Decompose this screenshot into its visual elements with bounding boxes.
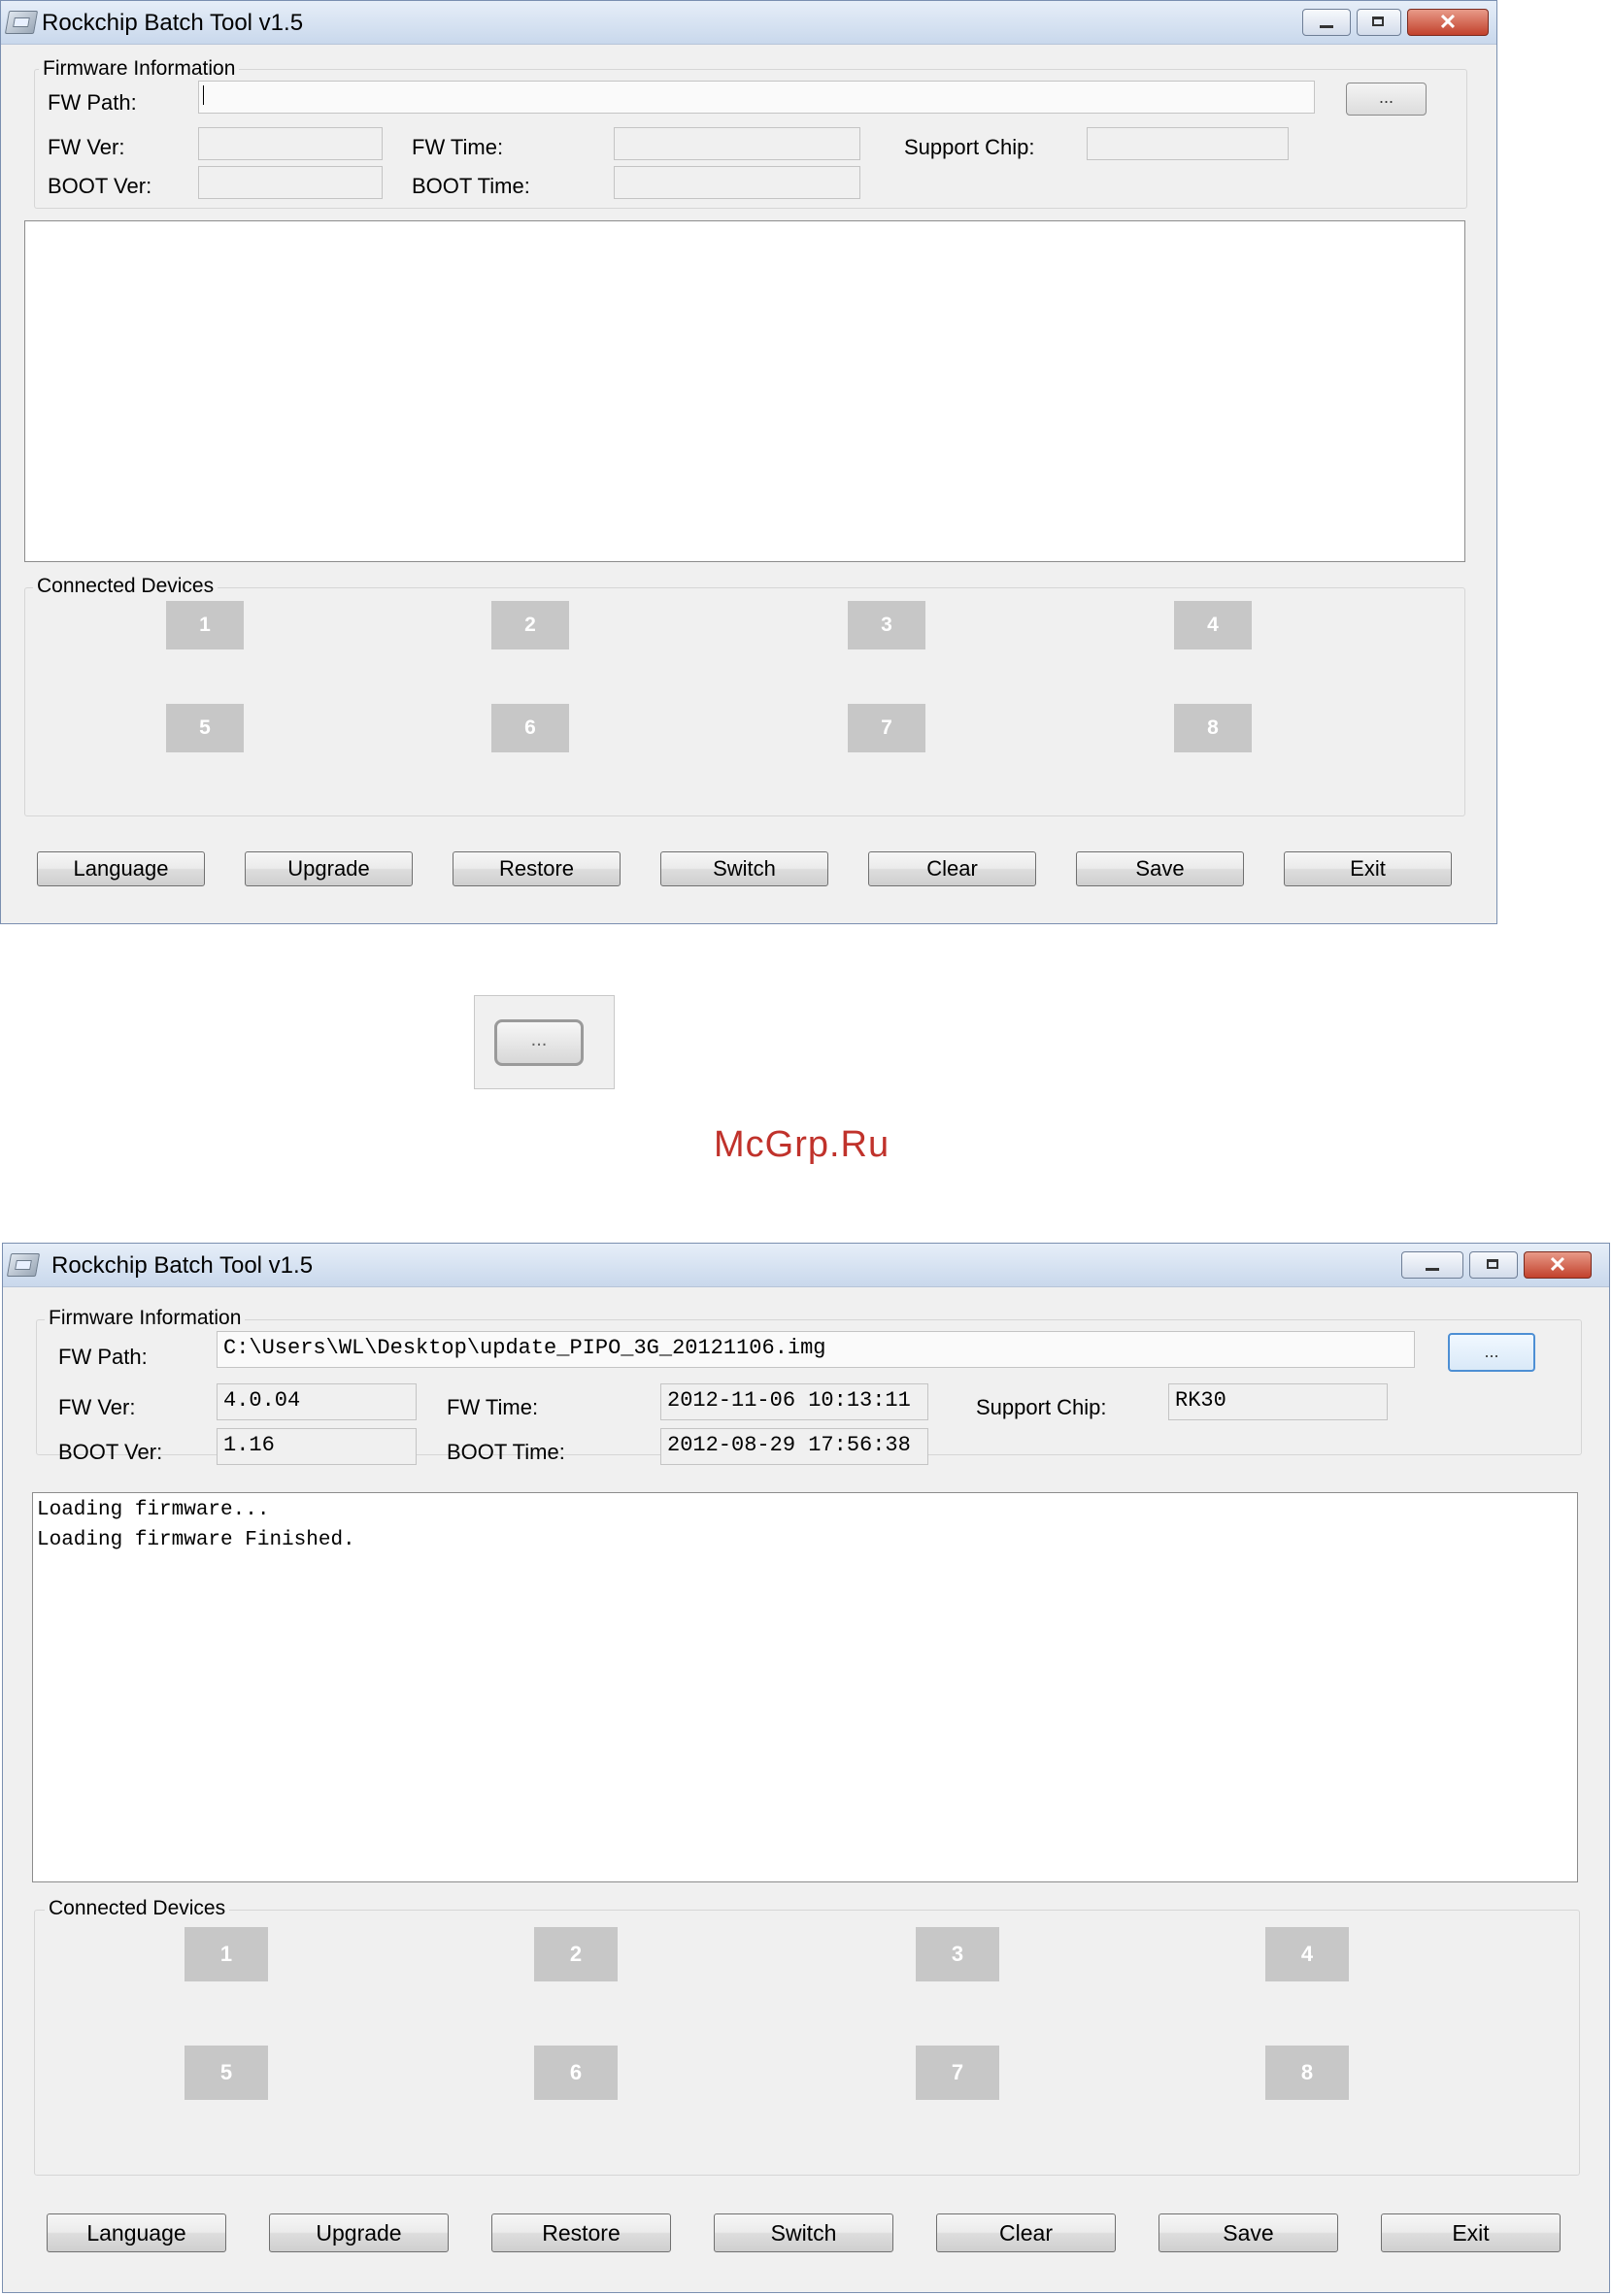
clear-button[interactable]: Clear	[936, 2213, 1116, 2252]
support-chip-field	[1087, 127, 1289, 160]
device-slot-8[interactable]: 8	[1174, 704, 1252, 752]
close-icon: ✕	[1548, 1252, 1567, 1277]
support-chip-field: RK30	[1168, 1383, 1388, 1420]
fw-ver-label: FW Ver:	[58, 1395, 136, 1419]
watermark-text: McGrp.Ru	[714, 1124, 890, 1165]
device-slot-1[interactable]: 1	[185, 1927, 268, 1981]
device-slot-8[interactable]: 8	[1265, 2046, 1349, 2100]
device-slot-3[interactable]: 3	[916, 1927, 999, 1981]
maximize-button[interactable]	[1357, 9, 1401, 36]
support-chip-label: Support Chip:	[904, 135, 1035, 159]
fw-path-input[interactable]: C:\Users\WL\Desktop\update_PIPO_3G_20121…	[217, 1331, 1415, 1368]
window-title: Rockchip Batch Tool v1.5	[42, 10, 304, 36]
connected-devices-legend: Connected Devices	[33, 575, 218, 598]
boot-ver-field	[198, 166, 383, 199]
minimize-button[interactable]	[1401, 1251, 1463, 1279]
device-slot-5[interactable]: 5	[185, 2046, 268, 2100]
app-icon	[6, 1253, 41, 1277]
log-line: Loading firmware Finished.	[37, 1529, 355, 1551]
browse-button-enlarged: ...	[494, 1019, 584, 1066]
close-button[interactable]: ✕	[1407, 9, 1489, 36]
window-title: Rockchip Batch Tool v1.5	[51, 1252, 314, 1279]
log-output[interactable]	[24, 220, 1465, 562]
fw-ver-label: FW Ver:	[48, 135, 125, 159]
language-button[interactable]: Language	[37, 851, 205, 886]
browse-button[interactable]: ...	[1346, 83, 1427, 116]
fw-path-label: FW Path:	[58, 1345, 148, 1369]
device-slot-4[interactable]: 4	[1174, 601, 1252, 649]
close-button[interactable]: ✕	[1524, 1251, 1592, 1279]
save-button[interactable]: Save	[1159, 2213, 1338, 2252]
device-slot-2[interactable]: 2	[534, 1927, 618, 1981]
log-output[interactable]: Loading firmware... Loading firmware Fin…	[32, 1492, 1578, 1882]
fw-time-label: FW Time:	[412, 135, 504, 159]
batch-tool-window-empty: Rockchip Batch Tool v1.5 ✕ Firmware Info…	[0, 0, 1497, 924]
maximize-button[interactable]	[1469, 1251, 1518, 1279]
language-button[interactable]: Language	[47, 2213, 226, 2252]
upgrade-button[interactable]: Upgrade	[269, 2213, 449, 2252]
minimize-icon	[1426, 1268, 1439, 1271]
support-chip-label: Support Chip:	[976, 1395, 1107, 1419]
fw-time-field	[614, 127, 860, 160]
boot-time-field	[614, 166, 860, 199]
boot-time-label: BOOT Time:	[412, 174, 530, 198]
boot-ver-label: BOOT Ver:	[58, 1440, 163, 1464]
device-slot-7[interactable]: 7	[848, 704, 925, 752]
maximize-icon	[1372, 17, 1384, 26]
boot-ver-label: BOOT Ver:	[48, 174, 152, 198]
switch-button[interactable]: Switch	[714, 2213, 893, 2252]
device-slot-4[interactable]: 4	[1265, 1927, 1349, 1981]
upgrade-button[interactable]: Upgrade	[245, 851, 413, 886]
fw-path-input[interactable]	[198, 81, 1315, 114]
device-slot-6[interactable]: 6	[491, 704, 569, 752]
title-bar[interactable]: Rockchip Batch Tool v1.5 ✕	[3, 1244, 1609, 1287]
boot-time-label: BOOT Time:	[447, 1440, 565, 1464]
browse-button-closeup: ...	[474, 995, 615, 1089]
device-slot-2[interactable]: 2	[491, 601, 569, 649]
fw-time-field: 2012-11-06 10:13:11	[660, 1383, 928, 1420]
log-line: Loading firmware...	[37, 1499, 270, 1521]
minimize-button[interactable]	[1302, 9, 1351, 36]
exit-button[interactable]: Exit	[1284, 851, 1452, 886]
device-slot-3[interactable]: 3	[848, 601, 925, 649]
exit-button[interactable]: Exit	[1381, 2213, 1561, 2252]
batch-tool-window-loaded: Rockchip Batch Tool v1.5 ✕ Firmware Info…	[2, 1243, 1610, 2293]
restore-button[interactable]: Restore	[453, 851, 621, 886]
device-slot-1[interactable]: 1	[166, 601, 244, 649]
connected-devices-legend: Connected Devices	[45, 1897, 230, 1920]
fw-ver-field	[198, 127, 383, 160]
save-button[interactable]: Save	[1076, 851, 1244, 886]
device-slot-5[interactable]: 5	[166, 704, 244, 752]
fw-time-label: FW Time:	[447, 1395, 539, 1419]
device-slot-7[interactable]: 7	[916, 2046, 999, 2100]
switch-button[interactable]: Switch	[660, 851, 828, 886]
boot-time-field: 2012-08-29 17:56:38	[660, 1428, 928, 1465]
clear-button[interactable]: Clear	[868, 851, 1036, 886]
title-bar[interactable]: Rockchip Batch Tool v1.5 ✕	[1, 1, 1496, 45]
close-icon: ✕	[1438, 10, 1458, 34]
restore-button[interactable]: Restore	[491, 2213, 671, 2252]
firmware-info-legend: Firmware Information	[45, 1307, 246, 1330]
fw-path-label: FW Path:	[48, 90, 137, 115]
text-caret	[203, 85, 204, 105]
fw-ver-field: 4.0.04	[217, 1383, 417, 1420]
device-slot-6[interactable]: 6	[534, 2046, 618, 2100]
minimize-icon	[1320, 25, 1333, 28]
boot-ver-field: 1.16	[217, 1428, 417, 1465]
maximize-icon	[1487, 1259, 1498, 1269]
app-icon	[4, 11, 39, 34]
browse-button[interactable]: ...	[1448, 1333, 1535, 1372]
firmware-info-legend: Firmware Information	[39, 57, 240, 81]
